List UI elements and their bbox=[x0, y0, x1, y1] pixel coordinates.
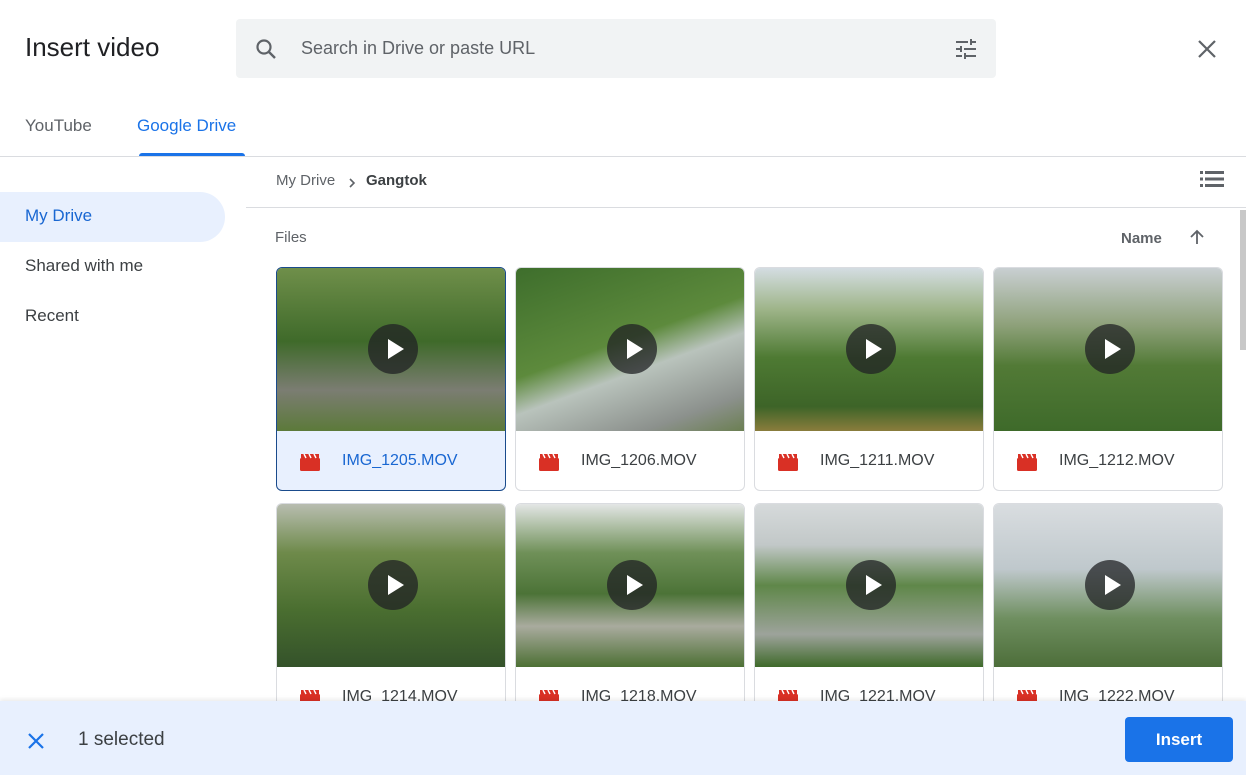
search-input[interactable]: Search in Drive or paste URL bbox=[301, 38, 535, 59]
file-card[interactable]: IMG_1214.MOV bbox=[276, 503, 506, 727]
play-icon bbox=[846, 560, 896, 610]
file-name: IMG_1212.MOV bbox=[1059, 452, 1175, 470]
file-card[interactable]: IMG_1212.MOV bbox=[993, 267, 1223, 491]
clear-selection-icon[interactable] bbox=[26, 731, 46, 751]
file-card[interactable]: IMG_1211.MOV bbox=[754, 267, 984, 491]
video-file-icon bbox=[300, 454, 320, 471]
sidebar-item-my-drive[interactable]: My Drive bbox=[0, 192, 225, 242]
sort-ascending-arrow-icon[interactable] bbox=[1188, 228, 1206, 246]
insert-button[interactable]: Insert bbox=[1125, 717, 1233, 762]
divider bbox=[0, 156, 1246, 157]
video-file-icon bbox=[778, 454, 798, 471]
video-thumbnail bbox=[277, 268, 505, 431]
video-thumbnail bbox=[277, 504, 505, 667]
scrollbar[interactable] bbox=[1240, 210, 1246, 350]
dialog-title: Insert video bbox=[25, 32, 159, 63]
list-view-icon[interactable] bbox=[1200, 170, 1224, 188]
chevron-right-icon bbox=[347, 177, 357, 189]
sidebar-item-shared-with-me[interactable]: Shared with me bbox=[0, 242, 225, 292]
video-thumbnail bbox=[516, 268, 744, 431]
play-icon bbox=[1085, 560, 1135, 610]
video-thumbnail bbox=[516, 504, 744, 667]
play-icon bbox=[846, 324, 896, 374]
search-options-icon[interactable] bbox=[954, 37, 978, 61]
play-icon bbox=[368, 560, 418, 610]
play-icon bbox=[1085, 324, 1135, 374]
close-icon[interactable] bbox=[1196, 38, 1218, 60]
breadcrumb-current: Gangtok bbox=[366, 172, 427, 189]
divider bbox=[246, 207, 1246, 208]
breadcrumb-root[interactable]: My Drive bbox=[276, 172, 335, 189]
file-card[interactable]: IMG_1205.MOV bbox=[276, 267, 506, 491]
sort-by-name[interactable]: Name bbox=[1121, 230, 1162, 247]
play-icon bbox=[607, 324, 657, 374]
file-card[interactable]: IMG_1206.MOV bbox=[515, 267, 745, 491]
video-file-icon bbox=[539, 454, 559, 471]
video-file-icon bbox=[1017, 454, 1037, 471]
files-heading: Files bbox=[275, 229, 307, 246]
video-thumbnail bbox=[994, 268, 1222, 431]
file-card[interactable]: IMG_1218.MOV bbox=[515, 503, 745, 727]
file-name: IMG_1211.MOV bbox=[820, 452, 934, 470]
play-icon bbox=[368, 324, 418, 374]
search-box[interactable]: Search in Drive or paste URL bbox=[236, 19, 996, 78]
selection-bar: 1 selected Insert bbox=[0, 701, 1246, 775]
tab-google-drive[interactable]: Google Drive bbox=[137, 116, 236, 136]
tab-youtube[interactable]: YouTube bbox=[25, 116, 92, 136]
file-name: IMG_1206.MOV bbox=[581, 452, 697, 470]
search-icon bbox=[254, 37, 278, 61]
sidebar-item-recent[interactable]: Recent bbox=[0, 292, 225, 342]
video-thumbnail bbox=[755, 504, 983, 667]
video-thumbnail bbox=[994, 504, 1222, 667]
video-thumbnail bbox=[755, 268, 983, 431]
selection-count: 1 selected bbox=[78, 729, 165, 751]
file-card[interactable]: IMG_1222.MOV bbox=[993, 503, 1223, 727]
file-name: IMG_1205.MOV bbox=[342, 452, 458, 470]
play-icon bbox=[607, 560, 657, 610]
file-card[interactable]: IMG_1221.MOV bbox=[754, 503, 984, 727]
